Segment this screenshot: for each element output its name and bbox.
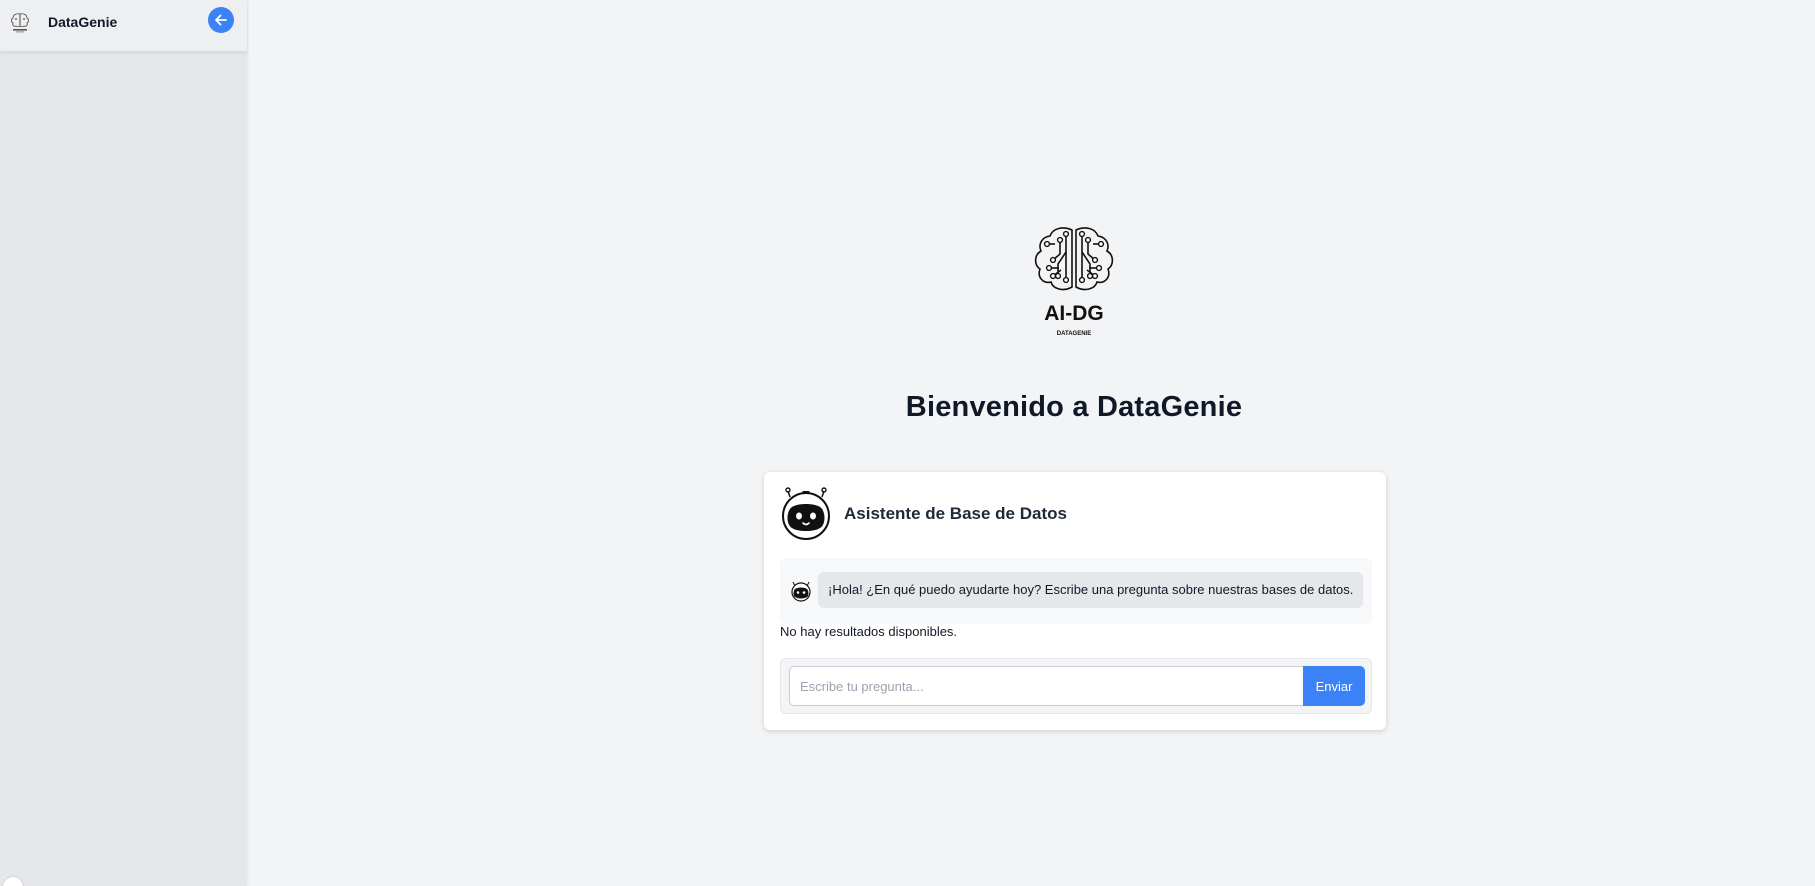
main-content: AI-DG DATAGENIE Bienvenido a DataGenie A…	[247, 0, 1815, 886]
question-form: Enviar	[780, 658, 1372, 714]
sidebar: DataGenie	[0, 0, 247, 886]
brain-circuit-logo: AI-DG DATAGENIE	[1034, 227, 1114, 337]
logo-wordmark: AI-DG	[1044, 302, 1104, 325]
app-root: DataGenie AI-DG DATAGENIE Bienvenido a D…	[0, 0, 1815, 886]
chat-messages: ¡Hola! ¿En qué puedo ayudarte hoy? Escri…	[780, 558, 1372, 624]
page-title: Bienvenido a DataGenie	[905, 391, 1243, 423]
logo-subtext: DATAGENIE	[1057, 331, 1091, 337]
question-input[interactable]	[789, 666, 1303, 706]
robot-icon	[782, 487, 830, 540]
brain-circuit-icon	[11, 13, 29, 33]
sidebar-header: DataGenie	[0, 0, 247, 52]
sidebar-toggle-button[interactable]	[2, 876, 24, 886]
app-title: DataGenie	[48, 14, 118, 30]
arrow-left-icon	[215, 14, 227, 26]
bot-message: ¡Hola! ¿En qué puedo ayudarte hoy? Escri…	[818, 572, 1364, 608]
robot-icon	[791, 581, 811, 602]
collapse-sidebar-button[interactable]	[208, 7, 234, 33]
send-button[interactable]: Enviar	[1303, 666, 1365, 706]
assistant-card: Asistente de Base de Datos ¡Hola! ¿En qu…	[764, 472, 1386, 730]
no-results-text: No hay resultados disponibles.	[780, 624, 958, 639]
assistant-title: Asistente de Base de Datos	[844, 504, 1067, 523]
